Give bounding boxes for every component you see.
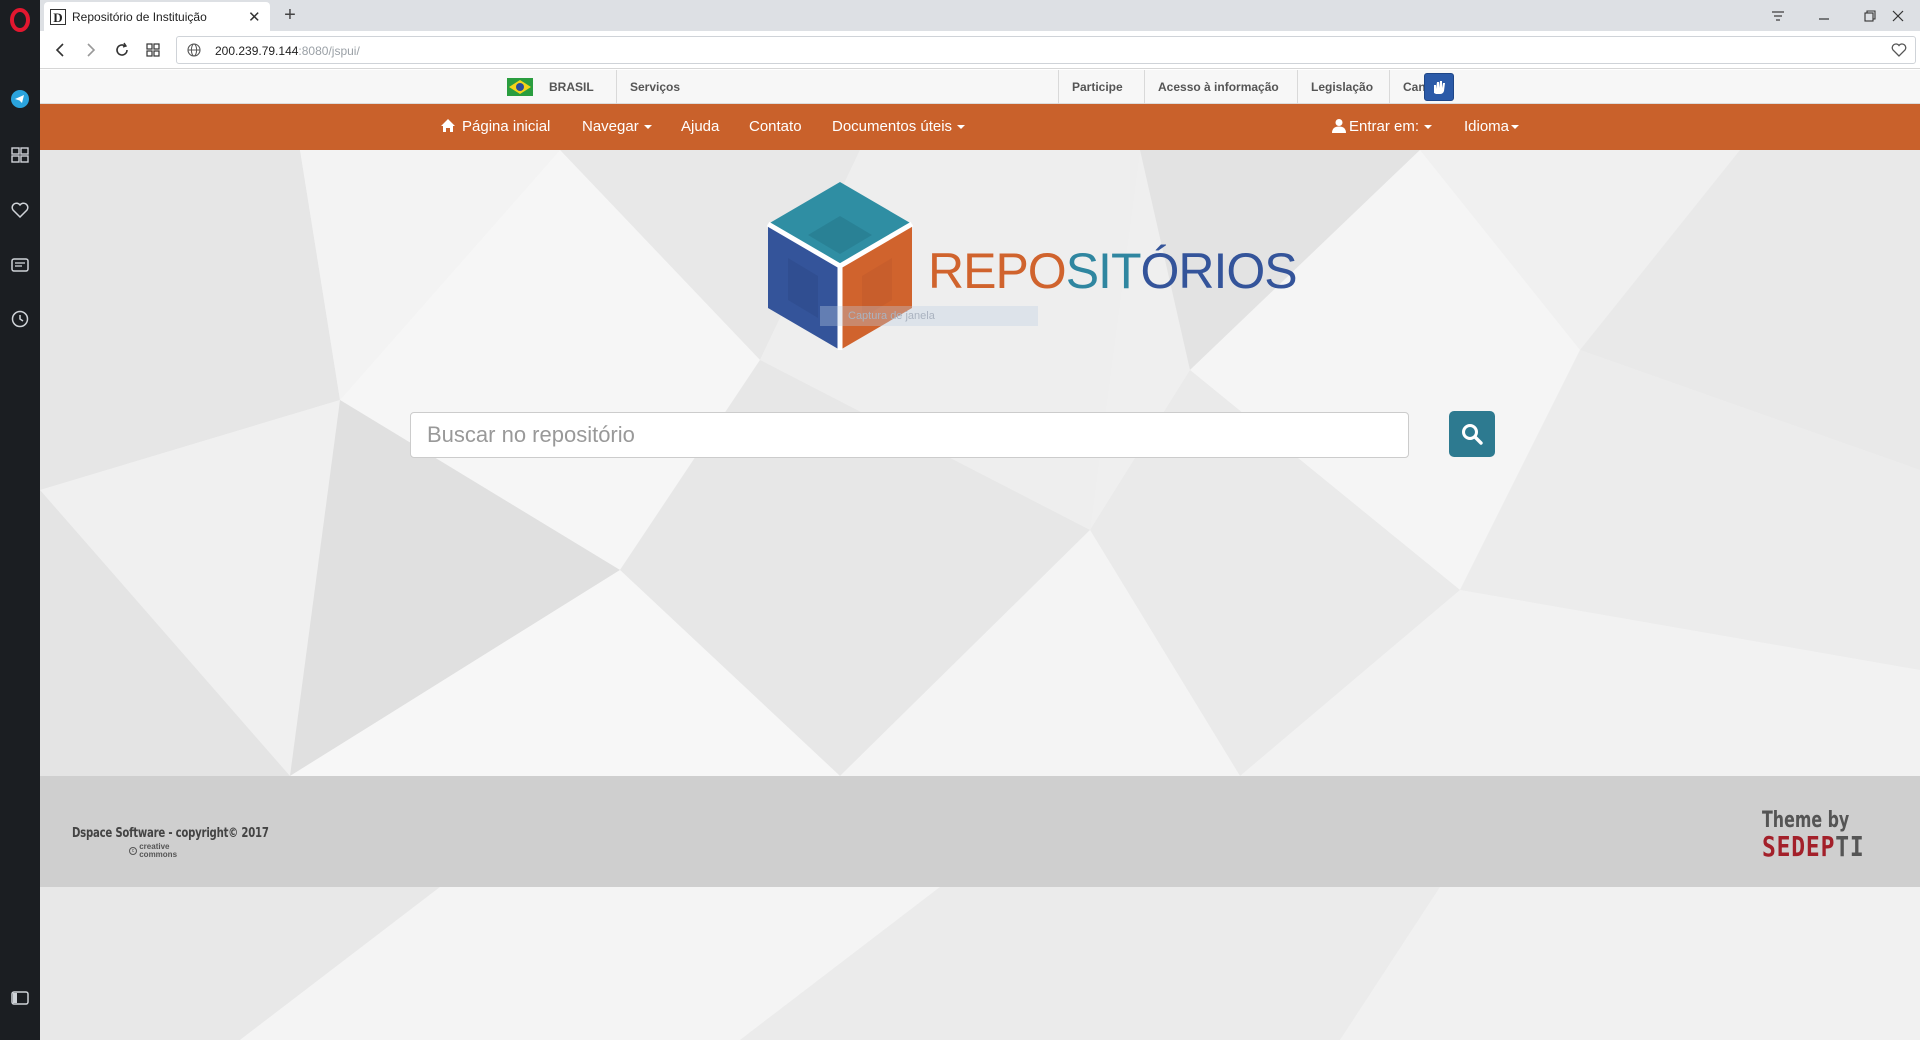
telegram-icon[interactable]: [0, 81, 40, 117]
reload-icon[interactable]: [109, 37, 135, 63]
speed-dial-icon[interactable]: [0, 137, 40, 173]
close-window-icon[interactable]: [1876, 0, 1920, 31]
bookmark-heart-icon[interactable]: [1891, 43, 1907, 62]
globe-icon: [187, 43, 201, 62]
new-tab-plus-icon[interactable]: +: [278, 2, 302, 28]
tab-strip: D Repositório de Instituição ✕ +: [40, 0, 1920, 31]
footer: Dspace Software - copyright© 2017 c crea…: [40, 776, 1920, 887]
repositorios-cube-logo: [766, 182, 914, 350]
ghost-tooltip: Captura de janela: [820, 306, 1038, 326]
sedep-text: SEDEP: [1762, 830, 1836, 863]
sidebar-toggle-icon[interactable]: [0, 980, 40, 1016]
bookmarks-heart-icon[interactable]: [0, 192, 40, 228]
gov-bar: BRASIL Serviços Participe Acesso à infor…: [40, 70, 1920, 104]
nav-browse-label: Navegar: [582, 118, 639, 135]
forward-icon[interactable]: [78, 37, 104, 63]
dspace-favicon-icon: D: [50, 8, 66, 25]
browser-sidebar: [0, 0, 40, 1040]
footer-copyright: Dspace Software - copyright© 2017: [72, 826, 269, 841]
sedep-ti-logo[interactable]: SEDEPTI: [1762, 830, 1865, 863]
gov-link-participe[interactable]: Participe: [1058, 70, 1136, 104]
nav-contact[interactable]: Contato: [749, 104, 802, 150]
gov-brasil-link[interactable]: BRASIL: [536, 70, 607, 104]
wordmark-part-2: SIT: [1065, 243, 1142, 299]
cc-icon: c: [129, 847, 137, 855]
history-clock-icon[interactable]: [0, 301, 40, 337]
address-bar: 200.239.79.144:8080/jspui/: [40, 31, 1920, 69]
nav-docs-label: Documentos úteis: [832, 118, 953, 135]
nav-login-label: Entrar em:: [1349, 118, 1420, 135]
chevron-down-icon: [957, 125, 966, 130]
nav-language-dropdown[interactable]: Idioma: [1464, 104, 1520, 150]
search-icon: [1462, 424, 1483, 445]
ti-text: TI: [1835, 830, 1865, 863]
user-icon: [1332, 119, 1346, 133]
search-button[interactable]: [1449, 411, 1495, 457]
nav-home-label: Página inicial: [462, 118, 551, 135]
home-icon: [441, 119, 455, 132]
chevron-down-icon: [643, 125, 652, 130]
tab-menu-icon[interactable]: [1756, 0, 1800, 31]
nav-help[interactable]: Ajuda: [681, 104, 719, 150]
wordmark-part-4: RIOS: [1178, 243, 1297, 299]
lowpoly-background: [40, 70, 1920, 1040]
nav-login-dropdown[interactable]: Entrar em:: [1332, 104, 1433, 150]
tab-close-icon[interactable]: ✕: [248, 8, 261, 26]
speed-dial-grid-icon[interactable]: [140, 37, 166, 63]
gov-link-access[interactable]: Acesso à informação: [1144, 70, 1292, 104]
wordmark-part-3: Ó: [1140, 243, 1180, 299]
repositorios-wordmark: REPOSITÓRIOS: [928, 243, 1298, 299]
browser-tab[interactable]: D Repositório de Instituição ✕: [44, 2, 270, 31]
url-host: 200.239.79.144: [215, 44, 299, 58]
nav-language-label: Idioma: [1464, 118, 1510, 135]
brazil-flag-icon: [507, 78, 533, 96]
chevron-down-icon: [1511, 125, 1520, 130]
gov-link-legislation[interactable]: Legislação: [1297, 70, 1386, 104]
main-navbar: Página inicial Navegar Ajuda Contato Doc…: [40, 104, 1920, 150]
gov-services-link[interactable]: Serviços: [616, 70, 693, 104]
creative-commons-logo[interactable]: c creative commons: [129, 843, 177, 859]
chevron-down-icon: [1424, 125, 1433, 130]
web-page: BRASIL Serviços Participe Acesso à infor…: [40, 70, 1920, 1040]
url-text: 200.239.79.144:8080/jspui/: [215, 44, 360, 58]
minimize-icon[interactable]: [1802, 0, 1846, 31]
search-input[interactable]: [410, 412, 1409, 458]
news-icon[interactable]: [0, 247, 40, 283]
opera-logo-icon[interactable]: [0, 2, 40, 38]
tab-title: Repositório de Instituição: [72, 9, 207, 24]
back-icon[interactable]: [47, 37, 73, 63]
nav-docs-dropdown[interactable]: Documentos úteis: [832, 104, 966, 150]
nav-home[interactable]: Página inicial: [440, 104, 550, 150]
url-path: :8080/jspui/: [298, 44, 360, 58]
wordmark-part-1: REPO: [928, 243, 1067, 299]
nav-browse-dropdown[interactable]: Navegar: [582, 104, 652, 150]
vlibras-hands-icon[interactable]: [1424, 73, 1454, 101]
url-field[interactable]: 200.239.79.144:8080/jspui/: [176, 36, 1916, 64]
cc-line-2: commons: [139, 850, 178, 859]
